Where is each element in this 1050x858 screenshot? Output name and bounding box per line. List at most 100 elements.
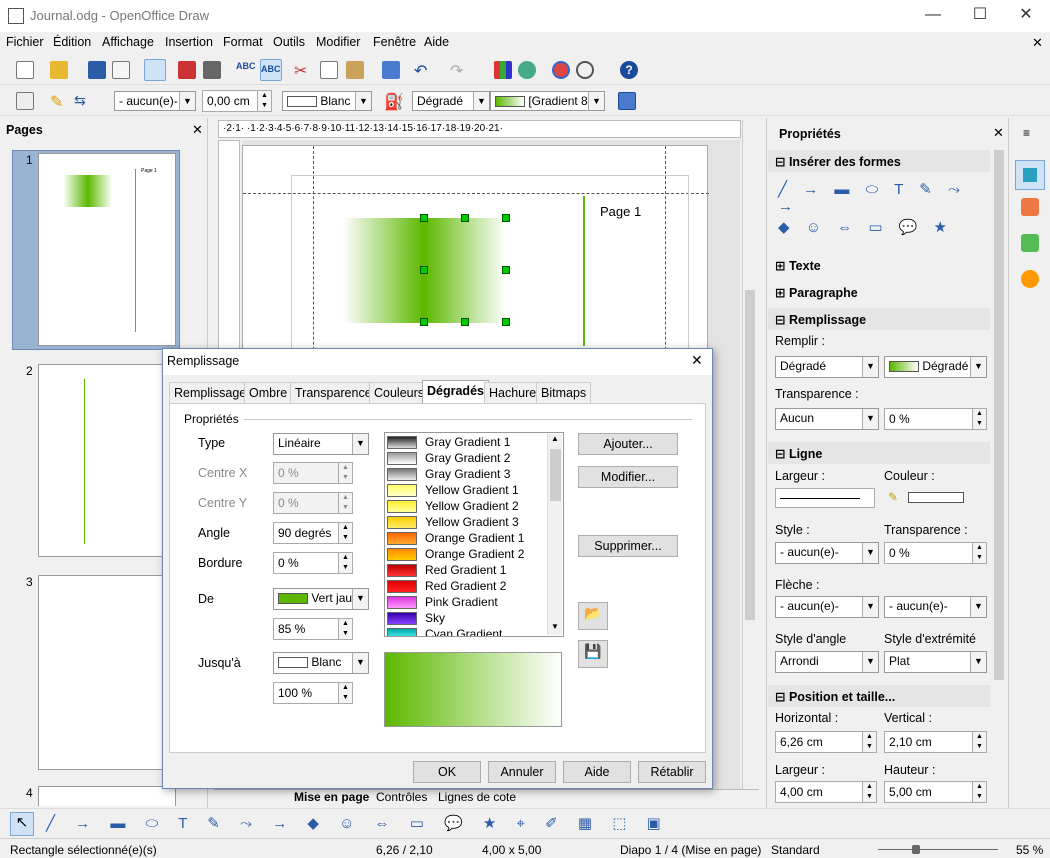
gradient-rectangle-selected[interactable]: [424, 218, 506, 323]
points-icon[interactable]: [16, 92, 34, 110]
sidebar-line-style[interactable]: - aucun(e)- ▼: [775, 542, 879, 564]
horizontal-position-spinner[interactable]: 6,26 cm ▲ ▼: [775, 731, 877, 753]
menu-modifier[interactable]: Modifier: [316, 35, 360, 49]
vertical-green-line[interactable]: [583, 196, 585, 346]
from-intensity-spinner[interactable]: 85 % ▲ ▼: [273, 618, 353, 640]
sidebar-corner-style[interactable]: Arrondi ▼: [775, 651, 879, 673]
section-texte[interactable]: ⊞ Texte: [775, 258, 821, 273]
spellcheck-icon[interactable]: ABC: [236, 61, 256, 79]
tab-mise-en-page[interactable]: Mise en page: [294, 790, 369, 804]
load-gradients-icon[interactable]: 📂: [578, 602, 608, 630]
shape-tools-row2[interactable]: ◆ ☺ ⇔ ▭ 💬 ★: [778, 218, 988, 238]
save-icon[interactable]: [88, 61, 106, 79]
section-paragraphe[interactable]: ⊞ Paragraphe: [775, 285, 858, 300]
page-thumbnail-4[interactable]: [38, 786, 176, 806]
tab-hachure[interactable]: Hachure: [484, 382, 542, 403]
center-x-spinner[interactable]: 0 % ▲ ▼: [273, 462, 353, 484]
gallery-icon[interactable]: [518, 61, 536, 79]
open-icon[interactable]: [50, 61, 68, 79]
selection-handle[interactable]: [420, 214, 428, 222]
delete-gradient-button[interactable]: Supprimer...: [578, 535, 678, 557]
menu-aide[interactable]: Aide: [424, 35, 449, 49]
selection-handle[interactable]: [502, 214, 510, 222]
email-icon[interactable]: [112, 61, 130, 79]
help-icon[interactable]: ?: [620, 61, 638, 79]
line-icon[interactable]: ✎: [50, 92, 68, 111]
gradient-list-scrollbar[interactable]: ▲ ▼: [547, 434, 562, 635]
tab-transparence[interactable]: Transparence: [290, 382, 377, 403]
sidebar-cap-style[interactable]: Plat ▼: [884, 651, 987, 673]
zoom-icon[interactable]: [576, 61, 594, 79]
sidebar-arrow-end[interactable]: - aucun(e)- ▼: [884, 596, 987, 618]
line-color-select-sidebar[interactable]: ✎: [884, 488, 984, 508]
properties-deck-icon[interactable]: [1015, 160, 1045, 190]
angle-spinner[interactable]: 90 degrés ▲ ▼: [273, 522, 353, 544]
menu-edition[interactable]: Édition: [53, 35, 91, 49]
arrow-style-icon[interactable]: ⇆: [74, 92, 92, 110]
tab-bitmaps[interactable]: Bitmaps: [536, 382, 592, 403]
sidebar-fill-type[interactable]: Dégradé ▼: [775, 356, 879, 378]
sidebar-line-transparency[interactable]: 0 % ▲ ▼: [884, 542, 987, 564]
width-spinner[interactable]: 4,00 cm ▲ ▼: [775, 781, 877, 803]
menu-fichier[interactable]: Fichier: [6, 35, 44, 49]
gradient-rectangle-left[interactable]: [343, 218, 424, 323]
sidebar-scrollbar[interactable]: [993, 150, 1005, 800]
close-document-button[interactable]: ✕: [1032, 35, 1043, 51]
drawing-tools[interactable]: ╱ → ▬ ⬭ T ✎ ⤳ → ◆ ☺ ⇔ ▭ 💬 ★ ⌖ ✐ ▦ ⬚ ▣: [46, 814, 669, 832]
menu-affichage[interactable]: Affichage: [102, 35, 154, 49]
tab-couleurs[interactable]: Couleurs: [369, 382, 430, 403]
copy-icon[interactable]: [320, 61, 338, 79]
selection-handle[interactable]: [461, 214, 469, 222]
gradient-list[interactable]: Gray Gradient 1 Gray Gradient 2 Gray Gradi…: [384, 432, 564, 637]
vertical-ruler[interactable]: [218, 140, 240, 350]
border-spinner[interactable]: 0 % ▲ ▼: [273, 552, 353, 574]
maximize-button[interactable]: ☐: [957, 4, 1003, 28]
vertical-scrollbar[interactable]: [742, 120, 756, 790]
format-paintbrush-icon[interactable]: [382, 61, 400, 79]
vertical-position-spinner[interactable]: 2,10 cm ▲ ▼: [884, 731, 987, 753]
gallery-deck-icon[interactable]: [1021, 234, 1039, 252]
line-width-select[interactable]: [775, 488, 875, 508]
zoom-slider[interactable]: [878, 845, 998, 855]
fill-bucket-icon[interactable]: ⛽: [384, 92, 404, 111]
line-width-spinner[interactable]: 0,00 cm ▲ ▼: [202, 90, 272, 112]
chart-icon[interactable]: [494, 61, 512, 79]
menu-insertion[interactable]: Insertion: [165, 35, 213, 49]
fill-gradient-select[interactable]: [Gradient 8 ▼: [490, 91, 605, 111]
minimize-button[interactable]: —: [910, 4, 956, 28]
undo-icon[interactable]: ↶: [414, 61, 432, 80]
line-style-select[interactable]: - aucun(e)- ▼: [114, 91, 196, 111]
new-icon[interactable]: [16, 61, 34, 79]
save-gradients-icon[interactable]: 💾: [578, 640, 608, 668]
center-y-spinner[interactable]: 0 % ▲ ▼: [273, 492, 353, 514]
page-thumbnail-1[interactable]: Page 1: [38, 153, 176, 346]
paste-icon[interactable]: [346, 61, 364, 79]
to-color-select[interactable]: Blanc ▼: [273, 652, 369, 674]
close-window-button[interactable]: ✕: [1003, 4, 1049, 28]
sidebar-arrow-start[interactable]: - aucun(e)- ▼: [775, 596, 879, 618]
from-color-select[interactable]: Vert jau ▼: [273, 588, 369, 610]
page-thumbnail-3[interactable]: [38, 575, 176, 770]
sidebar-transparency-value[interactable]: 0 % ▲ ▼: [884, 408, 987, 430]
tab-ombre[interactable]: Ombre: [244, 382, 293, 403]
line-color-select[interactable]: Blanc ▼: [282, 91, 372, 111]
page-thumbnail-2[interactable]: [38, 364, 176, 557]
navigator-icon[interactable]: [552, 61, 570, 79]
selection-handle[interactable]: [420, 266, 428, 274]
edit-file-icon[interactable]: [144, 59, 166, 81]
cancel-button[interactable]: Annuler: [488, 761, 556, 783]
selection-handle[interactable]: [461, 318, 469, 326]
modify-gradient-button[interactable]: Modifier...: [578, 466, 678, 488]
help-button[interactable]: Aide: [563, 761, 631, 783]
menu-format[interactable]: Format: [223, 35, 263, 49]
add-gradient-button[interactable]: Ajouter...: [578, 433, 678, 455]
menu-outils[interactable]: Outils: [273, 35, 305, 49]
ok-button[interactable]: OK: [413, 761, 481, 783]
to-intensity-spinner[interactable]: 100 % ▲ ▼: [273, 682, 353, 704]
tab-lignes-de-cote[interactable]: Lignes de cote: [438, 790, 516, 804]
shape-tools-row1[interactable]: ╱ → ▬ ⬭ T ✎ ⤳ →: [778, 180, 988, 215]
styles-deck-icon[interactable]: [1021, 198, 1039, 216]
select-tool-icon[interactable]: ↖: [10, 812, 34, 836]
sidebar-close[interactable]: ✕: [993, 125, 1004, 141]
sidebar-fill-gradient[interactable]: Dégradé ▼: [884, 356, 987, 378]
